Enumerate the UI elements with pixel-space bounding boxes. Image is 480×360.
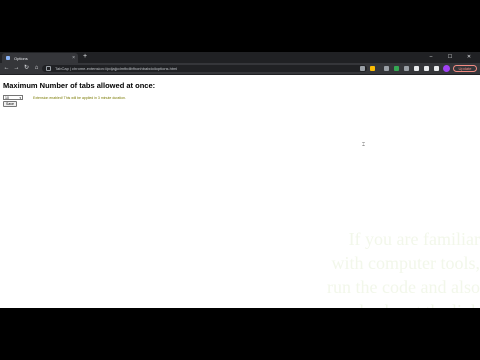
mouse-cursor-icon: ⌶: [362, 142, 366, 148]
tab-close-icon[interactable]: ×: [72, 55, 75, 61]
extension-favicon-icon: [6, 56, 10, 60]
max-tabs-select[interactable]: 10 ▾: [3, 95, 23, 100]
new-tab-button[interactable]: +: [81, 53, 89, 61]
site-info-icon[interactable]: [46, 66, 51, 71]
close-window-button[interactable]: ✕: [462, 52, 476, 63]
sidebar-icon[interactable]: [434, 66, 439, 71]
address-bar[interactable]: TabCap | chrome-extension://pdjajjcdmfbd…: [42, 65, 367, 72]
status-message: Extension enabled! This will be applied …: [33, 96, 126, 100]
save-button[interactable]: Save: [3, 101, 17, 107]
options-page: Maximum Number of tabs allowed at once: …: [0, 75, 480, 308]
maximize-button[interactable]: ☐: [443, 52, 457, 63]
browser-toolbar: ← → ↻ ⌂ TabCap | chrome-extension://pdja…: [0, 63, 480, 75]
watermark-text: If you are familiar with computer tools,…: [327, 229, 480, 308]
puzzle-icon[interactable]: [424, 66, 429, 71]
page-title: Maximum Number of tabs allowed at once:: [3, 81, 156, 90]
profile-avatar[interactable]: [443, 65, 450, 72]
tab-strip: Options × + – ☐ ✕: [0, 52, 480, 63]
update-button[interactable]: Update: [453, 65, 477, 72]
bookmark-star-icon[interactable]: [370, 66, 375, 71]
chevron-down-icon: ▾: [19, 96, 21, 100]
share-icon[interactable]: [360, 66, 365, 71]
tab-options[interactable]: Options ×: [2, 53, 78, 63]
url-text: TabCap | chrome-extension://pdjajjcdmfbd…: [55, 66, 178, 71]
extension-icon[interactable]: [384, 66, 389, 71]
extension-icon[interactable]: [404, 66, 409, 71]
extension-icon[interactable]: [394, 66, 399, 71]
minimize-button[interactable]: –: [424, 52, 438, 63]
extension-icon[interactable]: [414, 66, 419, 71]
back-button[interactable]: ←: [2, 64, 11, 73]
browser-window: Options × + – ☐ ✕ ← → ↻ ⌂ TabCap | chrom…: [0, 52, 480, 308]
reload-button[interactable]: ↻: [22, 64, 31, 73]
select-value: 10: [5, 96, 9, 100]
home-button[interactable]: ⌂: [32, 64, 41, 73]
tab-title: Options: [14, 55, 28, 61]
forward-button[interactable]: →: [12, 64, 21, 73]
